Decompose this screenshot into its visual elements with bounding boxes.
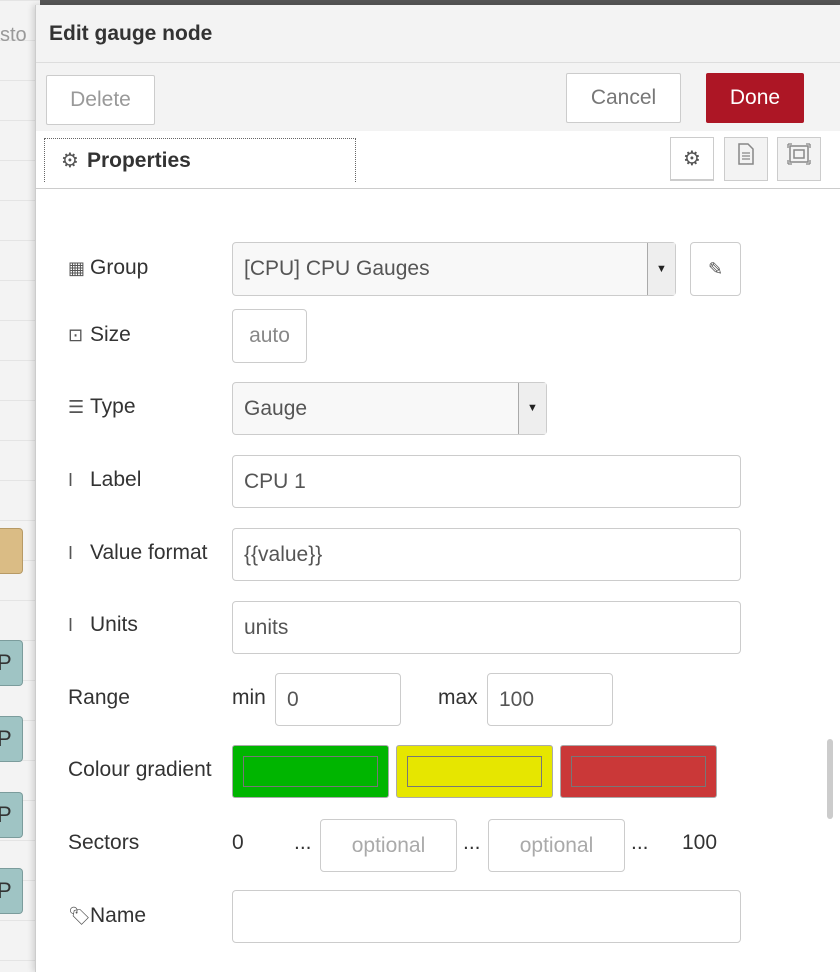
canvas-node-orange[interactable] <box>0 528 23 574</box>
group-select[interactable]: [CPU] CPU Gauges ▼ <box>232 242 676 296</box>
node-label: P <box>0 802 12 827</box>
node-label: P <box>0 878 12 903</box>
type-select[interactable]: Gauge ▼ <box>232 382 547 435</box>
gear-icon: ⚙ <box>61 150 79 172</box>
range-max-label: max <box>438 686 478 709</box>
list-icon: ☰ <box>68 397 85 417</box>
text-cursor-icon: I <box>68 543 74 563</box>
range-min-label: min <box>232 686 266 709</box>
size-label-text: Size <box>90 323 131 346</box>
name-label: 🏷Name <box>68 904 146 928</box>
text-cursor-icon: I <box>68 470 74 490</box>
sectors-dots-2: ... <box>463 831 481 854</box>
colour-gradient-label: Colour gradient <box>68 758 212 781</box>
value-format-label-text: Value format <box>90 541 208 564</box>
sectors-dots-3: ... <box>631 831 649 854</box>
sector-2-placeholder: optional <box>519 834 594 857</box>
units-label: I Units <box>68 613 138 637</box>
name-label-text: Name <box>90 904 147 927</box>
swatch-inner <box>407 756 542 787</box>
group-label-text: Group <box>90 256 149 279</box>
colour-swatch-mid[interactable] <box>396 745 553 798</box>
sector-1-input[interactable]: optional <box>320 819 457 872</box>
type-value: Gauge <box>244 397 308 420</box>
table-icon: ▦ <box>68 258 86 278</box>
node-label: P <box>0 650 12 675</box>
scrollbar[interactable] <box>827 739 833 819</box>
swatch-inner <box>571 756 706 787</box>
description-icon[interactable] <box>724 137 768 181</box>
node-label: P <box>0 726 12 751</box>
type-label: ☰ Type <box>68 395 136 419</box>
units-label-text: Units <box>90 613 138 636</box>
tabs-bar: ⚙ Properties ⚙ <box>36 131 840 189</box>
canvas-node-1[interactable]: P <box>0 640 23 686</box>
tray-header: Edit gauge node <box>36 5 840 63</box>
label-input[interactable]: CPU 1 <box>232 455 741 508</box>
value-format-label: I Value format <box>68 541 208 565</box>
canvas-node-4[interactable]: P <box>0 868 23 914</box>
type-label-text: Type <box>90 395 136 418</box>
chevron-down-icon: ▼ <box>518 383 546 434</box>
value-format-input[interactable]: {{value}} <box>232 528 741 581</box>
sector-2-input[interactable]: optional <box>488 819 625 872</box>
tag-icon: 🏷 <box>68 906 91 926</box>
label-label: I Label <box>68 468 141 492</box>
done-button[interactable]: Done <box>706 73 804 123</box>
size-icon: ⊡ <box>68 325 84 345</box>
sectors-label: Sectors <box>68 831 140 854</box>
tray-title: Edit gauge node <box>49 22 213 45</box>
cancel-button[interactable]: Cancel <box>566 73 681 123</box>
size-label: ⊡ Size <box>68 323 131 347</box>
name-input[interactable] <box>232 890 741 943</box>
size-button[interactable]: auto <box>232 309 307 363</box>
tray-toolbar: Delete Cancel Done <box>36 63 840 132</box>
chevron-down-icon: ▼ <box>647 243 675 295</box>
group-value: [CPU] CPU Gauges <box>244 257 430 280</box>
delete-button[interactable]: Delete <box>46 75 155 125</box>
canvas-tab-fragment: sto <box>0 24 27 46</box>
text-cursor-icon: I <box>68 615 74 635</box>
canvas-node-2[interactable]: P <box>0 716 23 762</box>
gear-icon[interactable]: ⚙ <box>670 137 714 181</box>
edit-group-button[interactable]: ✎ <box>690 242 741 296</box>
pencil-icon: ✎ <box>707 259 724 279</box>
sectors-dots-1: ... <box>294 831 312 854</box>
colour-swatch-high[interactable] <box>560 745 717 798</box>
tab-properties-label: Properties <box>86 149 191 172</box>
sector-1-placeholder: optional <box>351 834 426 857</box>
range-max-input[interactable]: 100 <box>487 673 613 726</box>
swatch-inner <box>243 756 378 787</box>
label-label-text: Label <box>90 468 142 491</box>
sectors-start: 0 <box>232 831 244 854</box>
group-label: ▦ Group <box>68 256 148 280</box>
range-min-input[interactable]: 0 <box>275 673 401 726</box>
appearance-icon[interactable] <box>777 137 821 181</box>
canvas-node-3[interactable]: P <box>0 792 23 838</box>
sectors-end: 100 <box>682 831 718 854</box>
edit-tray: Edit gauge node Delete Cancel Done ⚙ Prop… <box>35 5 840 972</box>
tab-properties[interactable]: ⚙ Properties <box>44 138 356 182</box>
range-label: Range <box>68 686 130 709</box>
units-input[interactable]: units <box>232 601 741 654</box>
flow-canvas[interactable]: sto P P P P <box>0 0 40 972</box>
colour-swatch-low[interactable] <box>232 745 389 798</box>
